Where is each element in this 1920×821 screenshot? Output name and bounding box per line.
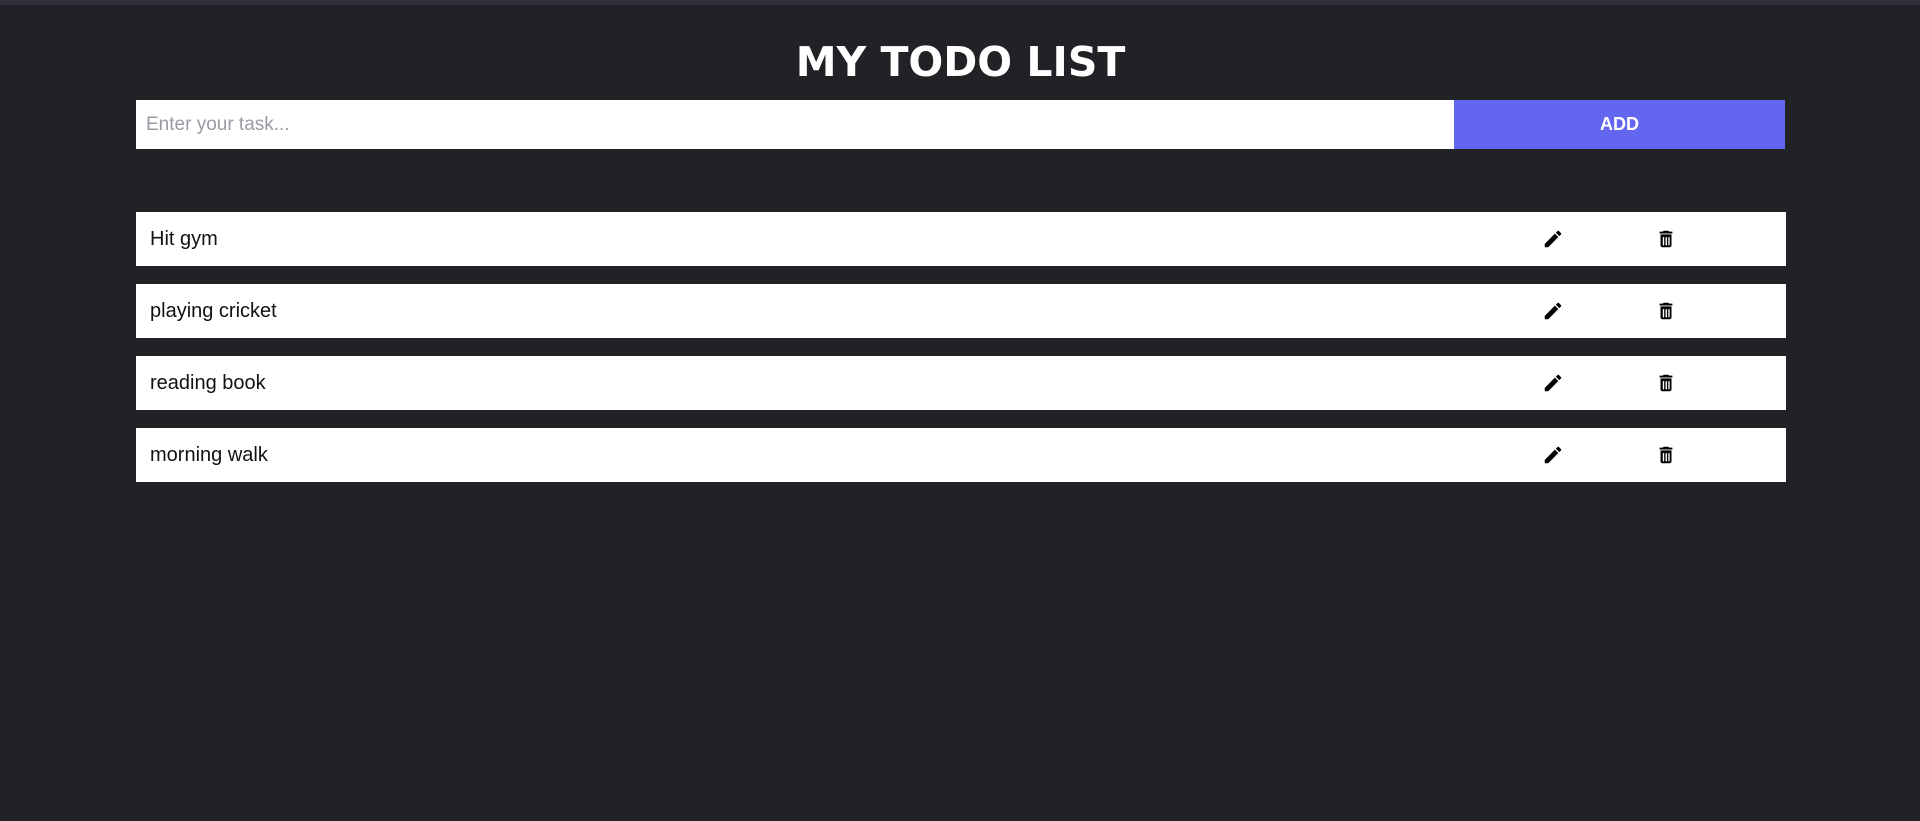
add-task-form: ADD: [136, 100, 1785, 149]
pencil-icon[interactable]: [1539, 369, 1567, 397]
todo-item: Hit gym: [136, 212, 1786, 266]
pencil-icon[interactable]: [1539, 225, 1567, 253]
task-input[interactable]: [136, 100, 1454, 149]
todo-text: playing cricket: [150, 300, 277, 322]
todo-text: Hit gym: [150, 228, 218, 250]
todo-list: Hit gym playing cricket reading book mor…: [136, 212, 1786, 500]
trash-icon[interactable]: [1652, 369, 1680, 397]
todo-item: playing cricket: [136, 284, 1786, 338]
pencil-icon[interactable]: [1539, 297, 1567, 325]
todo-text: reading book: [150, 372, 266, 394]
pencil-icon[interactable]: [1539, 441, 1567, 469]
add-button[interactable]: ADD: [1454, 100, 1785, 149]
trash-icon[interactable]: [1652, 441, 1680, 469]
trash-icon[interactable]: [1652, 297, 1680, 325]
top-border: [0, 0, 1920, 5]
trash-icon[interactable]: [1652, 225, 1680, 253]
todo-text: morning walk: [150, 444, 268, 466]
page-title: MY TODO LIST: [795, 38, 1126, 86]
todo-item: reading book: [136, 356, 1786, 410]
todo-item: morning walk: [136, 428, 1786, 482]
